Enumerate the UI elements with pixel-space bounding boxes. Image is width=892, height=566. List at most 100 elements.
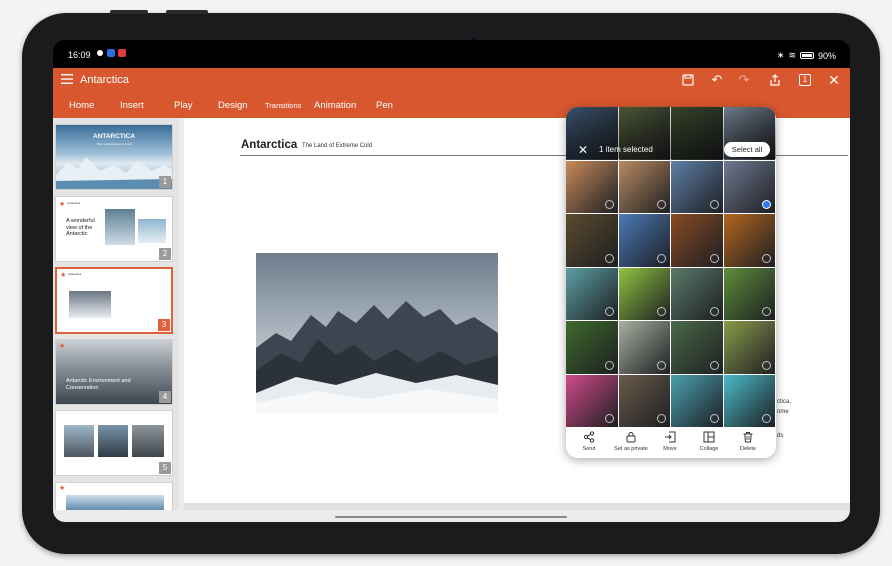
- slide-thumbnail-5[interactable]: 5: [55, 410, 173, 476]
- select-checkbox[interactable]: [709, 360, 719, 370]
- slide-number: 1: [159, 176, 171, 188]
- gallery-picker-panel: ✕ 1 item selected Select all Send Set as…: [566, 107, 776, 458]
- gallery-photo-tile[interactable]: [618, 374, 670, 427]
- status-bar: 16:09 ∗ ≋ 90%: [53, 40, 850, 68]
- slide-mountain-photo[interactable]: [256, 253, 498, 413]
- thumbnail-image: [64, 425, 94, 457]
- select-checkbox[interactable]: [657, 414, 666, 423]
- lock-icon: [626, 432, 636, 443]
- thumbnail-subtitle: The Land of Extreme Cold: [96, 142, 132, 146]
- gallery-photo-tile[interactable]: [723, 267, 775, 320]
- gallery-photo-tile[interactable]: [723, 374, 775, 427]
- tab-insert[interactable]: Insert: [120, 100, 144, 111]
- select-checkbox[interactable]: [709, 414, 719, 423]
- gallery-photo-tile[interactable]: [671, 267, 723, 320]
- select-all-button[interactable]: Select all: [724, 142, 770, 157]
- gallery-photo-tile[interactable]: [671, 321, 723, 374]
- gallery-photo-tile[interactable]: [671, 160, 723, 213]
- action-label: Move: [663, 446, 677, 452]
- home-indicator[interactable]: [335, 516, 567, 518]
- battery-level: 90%: [817, 50, 836, 61]
- select-checkbox[interactable]: [709, 307, 719, 316]
- delete-button[interactable]: Delete: [728, 431, 768, 452]
- slide-text-fragment: ctica,: [777, 399, 792, 405]
- send-button[interactable]: Send: [569, 431, 609, 452]
- thumbnail-image: [66, 495, 164, 510]
- slide-thumbnail-2[interactable]: ★ Antarctica A wonderful view of the Ant…: [55, 196, 173, 262]
- gallery-photo-tile[interactable]: [566, 267, 618, 320]
- gallery-photo-tile[interactable]: [671, 374, 723, 427]
- select-checkbox[interactable]: [604, 253, 614, 263]
- select-checkbox[interactable]: [709, 200, 719, 209]
- slide-title[interactable]: Antarctica: [241, 139, 297, 151]
- select-checkbox[interactable]: [762, 253, 771, 263]
- title-bar: Antarctica ↶ ↷ 1 ✕: [53, 68, 850, 92]
- gallery-photo-tile[interactable]: [618, 267, 670, 320]
- app-notification-icon: [118, 49, 126, 57]
- select-checkbox[interactable]: [657, 253, 666, 263]
- gallery-photo-tile[interactable]: [723, 321, 775, 374]
- gallery-photo-tile[interactable]: [566, 214, 618, 267]
- share-export-icon[interactable]: [767, 72, 783, 88]
- page-count-icon[interactable]: 1: [797, 72, 813, 88]
- slide-thumbnail-4[interactable]: ★ Antarctic Environment and Conservation…: [55, 339, 173, 405]
- select-checkbox[interactable]: [709, 253, 719, 263]
- glacier-illustration: [56, 157, 172, 189]
- select-checkbox[interactable]: [604, 307, 614, 316]
- volume-button: [110, 10, 148, 14]
- undo-icon[interactable]: ↶: [709, 72, 725, 88]
- gallery-photo-tile[interactable]: [566, 321, 618, 374]
- select-checkbox[interactable]: [762, 414, 771, 423]
- select-checkbox[interactable]: [604, 200, 614, 209]
- select-checkbox[interactable]: [657, 200, 666, 209]
- slide-thumbnail-3[interactable]: ★ Antarctica 3: [55, 267, 173, 334]
- gallery-photo-tile[interactable]: [618, 160, 670, 213]
- thumbnail-mini-title: Antarctica: [67, 201, 81, 205]
- tab-home[interactable]: Home: [69, 100, 94, 111]
- gallery-photo-tile[interactable]: [566, 160, 618, 213]
- slide-text-fragment: ds: [777, 433, 784, 439]
- select-checkbox[interactable]: [657, 307, 666, 316]
- collage-icon: [703, 431, 715, 443]
- redo-icon[interactable]: ↷: [736, 72, 752, 88]
- gallery-photo-tile[interactable]: [618, 321, 670, 374]
- select-checkbox[interactable]: [657, 360, 666, 370]
- gallery-photo-tile[interactable]: [723, 160, 775, 213]
- star-icon: ★: [60, 272, 67, 279]
- move-button[interactable]: Move: [650, 431, 690, 452]
- horizontal-scrollbar[interactable]: [184, 503, 850, 510]
- gallery-photo-tile[interactable]: [723, 214, 775, 267]
- action-label: Send: [582, 446, 596, 452]
- status-time: 16:09: [68, 50, 91, 60]
- gallery-photo-tile[interactable]: [618, 214, 670, 267]
- select-checkbox[interactable]: [604, 360, 614, 370]
- star-icon: ★: [59, 201, 66, 208]
- slide-thumbnail-1[interactable]: ANTARCTICA The Land of Extreme Cold 1: [55, 124, 173, 190]
- collage-button[interactable]: Collage: [689, 431, 729, 452]
- select-checkbox[interactable]: [762, 200, 771, 209]
- gallery-photo-tile[interactable]: [671, 214, 723, 267]
- tab-play[interactable]: Play: [174, 100, 192, 111]
- slide-thumbnail-6[interactable]: ★: [55, 482, 173, 510]
- select-checkbox[interactable]: [762, 307, 771, 316]
- wifi-icon: ≋: [788, 50, 796, 60]
- tab-animation[interactable]: Animation: [314, 100, 356, 111]
- slide-subtitle[interactable]: The Land of Extreme Cold: [302, 143, 372, 149]
- gallery-photo-tile[interactable]: [566, 374, 618, 427]
- save-icon[interactable]: [680, 72, 696, 88]
- set-as-private-button[interactable]: Set as private: [611, 431, 651, 452]
- slide-number: 5: [159, 462, 171, 474]
- tab-design[interactable]: Design: [218, 100, 248, 111]
- select-checkbox[interactable]: [604, 414, 614, 423]
- close-icon[interactable]: ✕: [826, 72, 842, 88]
- select-checkbox[interactable]: [762, 360, 771, 370]
- hamburger-menu-icon[interactable]: [61, 73, 73, 85]
- tab-pen[interactable]: Pen: [376, 100, 393, 111]
- slide-number: 4: [159, 391, 171, 403]
- bluetooth-icon: ∗: [776, 50, 785, 60]
- thumbnail-heading: A wonderful view of the Antarctic: [66, 218, 95, 237]
- star-icon: ★: [59, 343, 66, 350]
- tab-transitions[interactable]: Transitions: [265, 101, 301, 110]
- close-selection-icon[interactable]: ✕: [578, 143, 588, 157]
- slide-number: 2: [159, 248, 171, 260]
